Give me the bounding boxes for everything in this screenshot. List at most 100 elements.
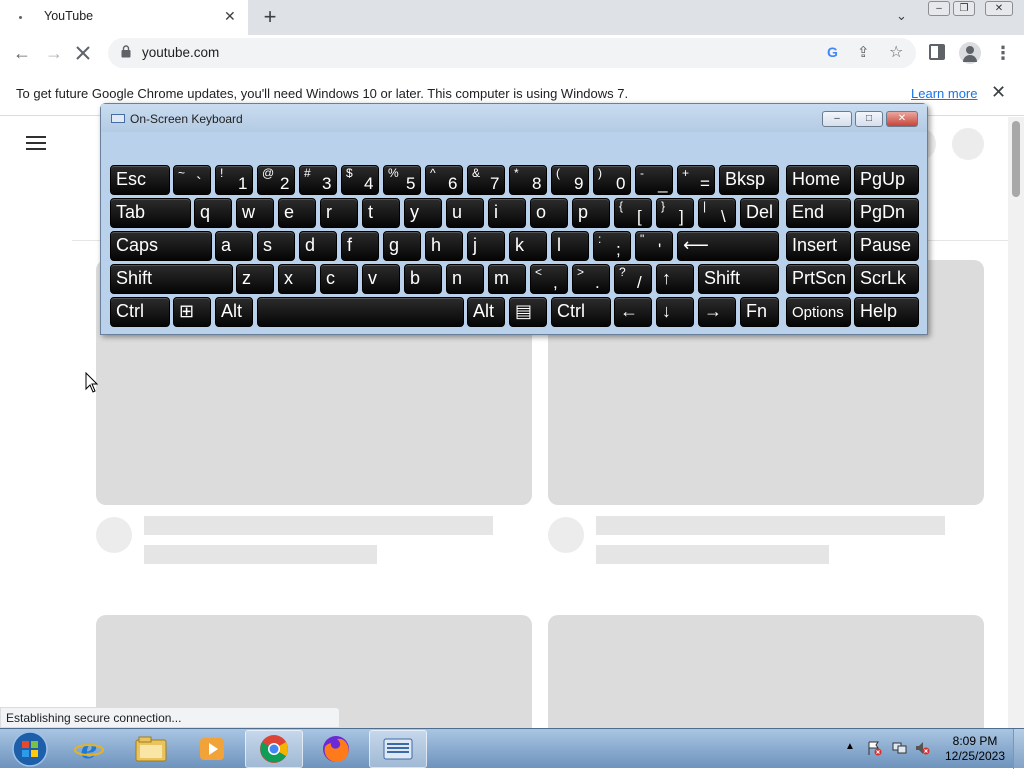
back-icon[interactable]: ←	[11, 43, 33, 64]
key-bksp[interactable]: Bksp	[719, 165, 779, 195]
google-lens-icon[interactable]: G	[827, 44, 838, 60]
key-i[interactable]: i	[488, 198, 526, 228]
key-down[interactable]: ↓	[656, 297, 694, 327]
key-end[interactable]: End	[786, 198, 851, 228]
key-pause[interactable]: Pause	[854, 231, 919, 261]
media-player-icon[interactable]	[183, 730, 241, 768]
key-x[interactable]: x	[278, 264, 316, 294]
key-prtscn[interactable]: PrtScn	[786, 264, 851, 294]
key-rctrl[interactable]: Ctrl	[551, 297, 611, 327]
key-m[interactable]: m	[488, 264, 526, 294]
osk-maximize-button[interactable]: □	[855, 111, 883, 127]
bookmark-star-icon[interactable]: ☆	[889, 42, 903, 62]
system-clock[interactable]: 8:09 PM 12/25/2023	[940, 734, 1010, 764]
key-g[interactable]: g	[383, 231, 421, 261]
address-bar[interactable]: youtube.com G ⇪ ☆	[108, 38, 916, 68]
key-j[interactable]: j	[467, 231, 505, 261]
key-u[interactable]: u	[446, 198, 484, 228]
key-win[interactable]: ⊞	[173, 297, 211, 327]
action-center-flag-icon[interactable]	[866, 740, 882, 756]
key-rshift[interactable]: Shift	[698, 264, 779, 294]
key-2[interactable]: @2	[257, 165, 295, 195]
key-7[interactable]: & 7	[467, 165, 505, 195]
key-quote[interactable]: " '	[635, 231, 673, 261]
share-icon[interactable]: ⇪	[857, 43, 870, 61]
key-space[interactable]	[257, 297, 464, 327]
profile-avatar-icon[interactable]	[959, 42, 981, 64]
key-equals[interactable]: + =	[677, 165, 715, 195]
key-lalt[interactable]: Alt	[215, 297, 253, 327]
key-fn[interactable]: Fn	[740, 297, 779, 327]
key-pgup[interactable]: PgUp	[854, 165, 919, 195]
key-right[interactable]: →	[698, 297, 736, 327]
new-tab-button[interactable]: +	[259, 4, 281, 30]
start-orb-icon[interactable]	[4, 730, 48, 768]
firefox-icon[interactable]	[307, 730, 365, 768]
key-b[interactable]: b	[404, 264, 442, 294]
close-window-button[interactable]: ✕	[985, 1, 1013, 16]
key-o[interactable]: o	[530, 198, 568, 228]
key-q[interactable]: q	[194, 198, 232, 228]
internet-explorer-icon[interactable]: e	[60, 730, 118, 768]
volume-muted-icon[interactable]	[914, 740, 930, 756]
key-comma[interactable]: <,	[530, 264, 568, 294]
key-home[interactable]: Home	[786, 165, 851, 195]
key-insert[interactable]: Insert	[786, 231, 851, 261]
tab-search-chevron-icon[interactable]: ⌄	[896, 8, 907, 24]
key-ralt[interactable]: Alt	[467, 297, 505, 327]
key-minus[interactable]: - _	[635, 165, 673, 195]
forward-icon[interactable]: →	[43, 43, 65, 64]
key-w[interactable]: w	[236, 198, 274, 228]
page-scrollbar[interactable]	[1008, 117, 1024, 728]
key-0[interactable]: ) 0	[593, 165, 631, 195]
key-slash[interactable]: ? /	[614, 264, 652, 294]
stop-loading-icon[interactable]	[73, 43, 93, 63]
tab-youtube[interactable]: YouTube ✕	[0, 0, 248, 35]
key-4[interactable]: $4	[341, 165, 379, 195]
key-a[interactable]: a	[215, 231, 253, 261]
lock-icon[interactable]	[121, 45, 131, 58]
network-icon[interactable]	[891, 740, 907, 756]
infobar-close-icon[interactable]: ✕	[991, 82, 1006, 103]
tab-close-icon[interactable]: ✕	[224, 8, 236, 25]
learn-more-link[interactable]: Learn more	[911, 86, 977, 101]
key-1[interactable]: ! 1	[215, 165, 253, 195]
key-l[interactable]: l	[551, 231, 589, 261]
key-6[interactable]: ^ 6	[425, 165, 463, 195]
key-up[interactable]: ↑	[656, 264, 694, 294]
key-tilde[interactable]: ~ `	[173, 165, 211, 195]
key-z[interactable]: z	[236, 264, 274, 294]
osk-title-bar[interactable]: On-Screen Keyboard – □ ✕	[101, 104, 927, 132]
key-lshift[interactable]: Shift	[110, 264, 233, 294]
show-desktop-button[interactable]	[1013, 729, 1024, 769]
key-rbracket[interactable]: }]	[656, 198, 694, 228]
key-period[interactable]: >.	[572, 264, 610, 294]
key-options[interactable]: Options	[786, 297, 851, 327]
key-h[interactable]: h	[425, 231, 463, 261]
key-tab[interactable]: Tab	[110, 198, 191, 228]
key-caps[interactable]: Caps	[110, 231, 212, 261]
side-panel-icon[interactable]	[929, 44, 945, 60]
key-c[interactable]: c	[320, 264, 358, 294]
key-backslash[interactable]: | \	[698, 198, 736, 228]
key-menu[interactable]: ▤	[509, 297, 547, 327]
key-y[interactable]: y	[404, 198, 442, 228]
key-pgdn[interactable]: PgDn	[854, 198, 919, 228]
on-screen-keyboard-taskbar-icon[interactable]	[369, 730, 427, 768]
key-semicolon[interactable]: :;	[593, 231, 631, 261]
key-e[interactable]: e	[278, 198, 316, 228]
scrollbar-thumb[interactable]	[1012, 121, 1020, 197]
key-lbracket[interactable]: {[	[614, 198, 652, 228]
key-9[interactable]: (9	[551, 165, 589, 195]
key-esc[interactable]: Esc	[110, 165, 170, 195]
key-t[interactable]: t	[362, 198, 400, 228]
key-del[interactable]: Del	[740, 198, 779, 228]
key-s[interactable]: s	[257, 231, 295, 261]
file-explorer-icon[interactable]	[122, 730, 180, 768]
key-3[interactable]: #3	[299, 165, 337, 195]
key-d[interactable]: d	[299, 231, 337, 261]
tray-expand-icon[interactable]: ▲	[845, 741, 855, 752]
key-5[interactable]: % 5	[383, 165, 421, 195]
guide-menu-icon[interactable]	[26, 136, 46, 138]
key-r[interactable]: r	[320, 198, 358, 228]
